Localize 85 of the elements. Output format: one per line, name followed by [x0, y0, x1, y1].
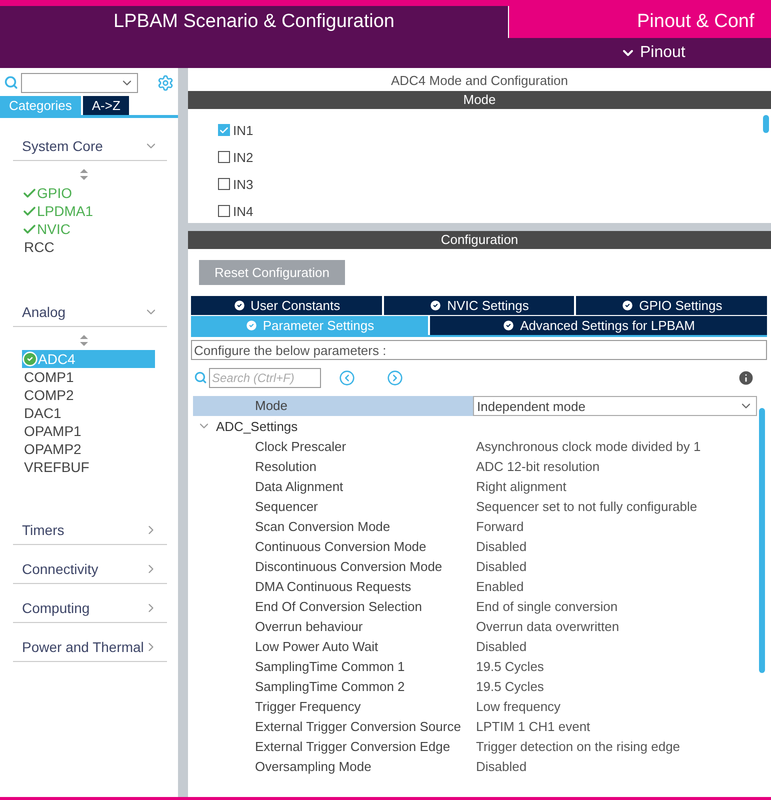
peripheral-item[interactable]: OPAMP1	[22, 422, 155, 440]
parameter-name: Data Alignment	[254, 478, 344, 494]
parameter-name: Clock Prescaler	[254, 438, 348, 454]
checkbox[interactable]	[218, 205, 230, 217]
peripheral-item[interactable]: RCC	[22, 238, 155, 256]
parameter-name: External Trigger Conversion Edge	[254, 738, 452, 754]
parameter-value[interactable]: End of single conversion	[473, 598, 757, 614]
settings-tab[interactable]: User Constants	[191, 296, 382, 315]
check-circle-icon	[244, 319, 258, 332]
category-header[interactable]: Analog	[13, 298, 167, 327]
check-circle-icon	[232, 299, 246, 312]
sort-icon[interactable]	[80, 169, 88, 180]
peripheral-item[interactable]: COMP2	[22, 386, 155, 404]
peripheral-item[interactable]: COMP1	[22, 368, 155, 386]
parameter-name: SamplingTime Common 2	[254, 678, 406, 694]
parameter-value[interactable]: ADC 12-bit resolution	[473, 458, 757, 474]
peripheral-item[interactable]: OPAMP2	[22, 440, 155, 458]
check-circle-icon	[621, 299, 634, 312]
parameter-value[interactable]: Forward	[473, 518, 757, 534]
parameter-name: Oversampling Mode	[254, 758, 372, 774]
hint-text: Configure the below parameters :	[191, 340, 767, 360]
check-circle-icon	[429, 299, 442, 312]
search-combobox[interactable]	[21, 72, 138, 92]
pinout-menu[interactable]: Pinout	[620, 44, 686, 62]
parameter-name: End Of Conversion Selection	[254, 598, 423, 614]
search-field[interactable]: Search (Ctrl+F)	[209, 368, 321, 388]
settings-tab[interactable]: Advanced Settings for LPBAM	[430, 316, 767, 335]
parameter-name: Continuous Conversion Mode	[254, 538, 428, 554]
channel-checkbox[interactable]: IN4	[218, 202, 761, 220]
group-toggle[interactable]: ADC_Settings	[193, 416, 757, 436]
previous-icon[interactable]	[339, 370, 355, 386]
parameter-name: External Trigger Conversion Source	[254, 718, 462, 734]
parameter-value[interactable]: Disabled	[473, 558, 757, 574]
parameter-value[interactable]: Overrun data overwritten	[473, 618, 757, 634]
peripheral-item[interactable]: VREFBUF	[22, 458, 155, 476]
perspective-tab[interactable]: Pinout & Conf	[508, 6, 771, 38]
parameter-name: Scan Conversion Mode	[254, 518, 392, 534]
checkbox[interactable]	[218, 178, 230, 190]
parameter-name: Overrun behaviour	[254, 618, 364, 634]
category-header[interactable]: Connectivity	[13, 555, 167, 584]
category-header[interactable]: Computing	[13, 594, 167, 623]
parameter-value[interactable]: 19.5 Cycles	[473, 658, 757, 674]
parameter-name: Trigger Frequency	[254, 698, 362, 714]
parameter-value[interactable]: Trigger detection on the rising edge	[473, 738, 757, 754]
section-header: Mode	[188, 91, 771, 109]
checkbox[interactable]	[218, 124, 230, 136]
channel-checkbox[interactable]: IN2	[218, 148, 761, 166]
parameter-value[interactable]: Right alignment	[473, 478, 757, 494]
parameter-value[interactable]: LPTIM 1 CH1 event	[473, 718, 757, 734]
info-icon[interactable]	[737, 368, 755, 386]
parameter-value[interactable]: Disabled	[473, 538, 757, 554]
settings-tab[interactable]: GPIO Settings	[576, 296, 768, 315]
parameter-value[interactable]: Enabled	[473, 578, 757, 594]
check-circle-icon	[22, 351, 38, 367]
settings-tab[interactable]: NVIC Settings	[384, 296, 574, 315]
checkbox[interactable]	[218, 151, 230, 163]
parameter-name: Sequencer	[254, 498, 319, 514]
parameter-value[interactable]: 19.5 Cycles	[473, 678, 757, 694]
parameter-value[interactable]: Disabled	[473, 638, 757, 654]
category-header[interactable]: Power and Thermal	[13, 633, 167, 662]
next-icon[interactable]	[387, 370, 403, 386]
category-header[interactable]: Timers	[13, 516, 167, 545]
section-header: Configuration	[188, 231, 771, 249]
parameter-name: Discontinuous Conversion Mode	[254, 558, 444, 574]
search-icon[interactable]	[4, 75, 18, 90]
check-circle-icon	[502, 319, 516, 332]
parameter-name: Low Power Auto Wait	[254, 638, 380, 654]
peripheral-item[interactable]: DAC1	[22, 404, 155, 422]
settings-icon[interactable]	[156, 74, 174, 92]
parameter-name: SamplingTime Common 1	[254, 658, 406, 674]
sort-icon[interactable]	[80, 335, 88, 346]
parameter-name: Resolution	[254, 458, 318, 474]
panel-title: ADC4 Mode and Configuration	[390, 72, 570, 90]
parameter-value[interactable]: Low frequency	[473, 698, 757, 714]
parameter-value[interactable]: Sequencer set to not fully configurable	[473, 498, 757, 514]
category-header[interactable]: System Core	[13, 132, 167, 161]
parameter-name: Mode	[193, 396, 473, 416]
view-tab[interactable]: A->Z	[82, 96, 130, 115]
parameter-value[interactable]: Asynchronous clock mode divided by 1	[473, 438, 757, 454]
parameter-value[interactable]: Disabled	[473, 758, 757, 774]
channel-checkbox[interactable]: IN1	[218, 121, 761, 139]
channel-checkbox[interactable]: IN3	[218, 175, 761, 193]
mode-select[interactable]: Independent mode	[473, 396, 757, 416]
parameter-name: DMA Continuous Requests	[254, 578, 412, 594]
search-icon	[194, 371, 207, 384]
